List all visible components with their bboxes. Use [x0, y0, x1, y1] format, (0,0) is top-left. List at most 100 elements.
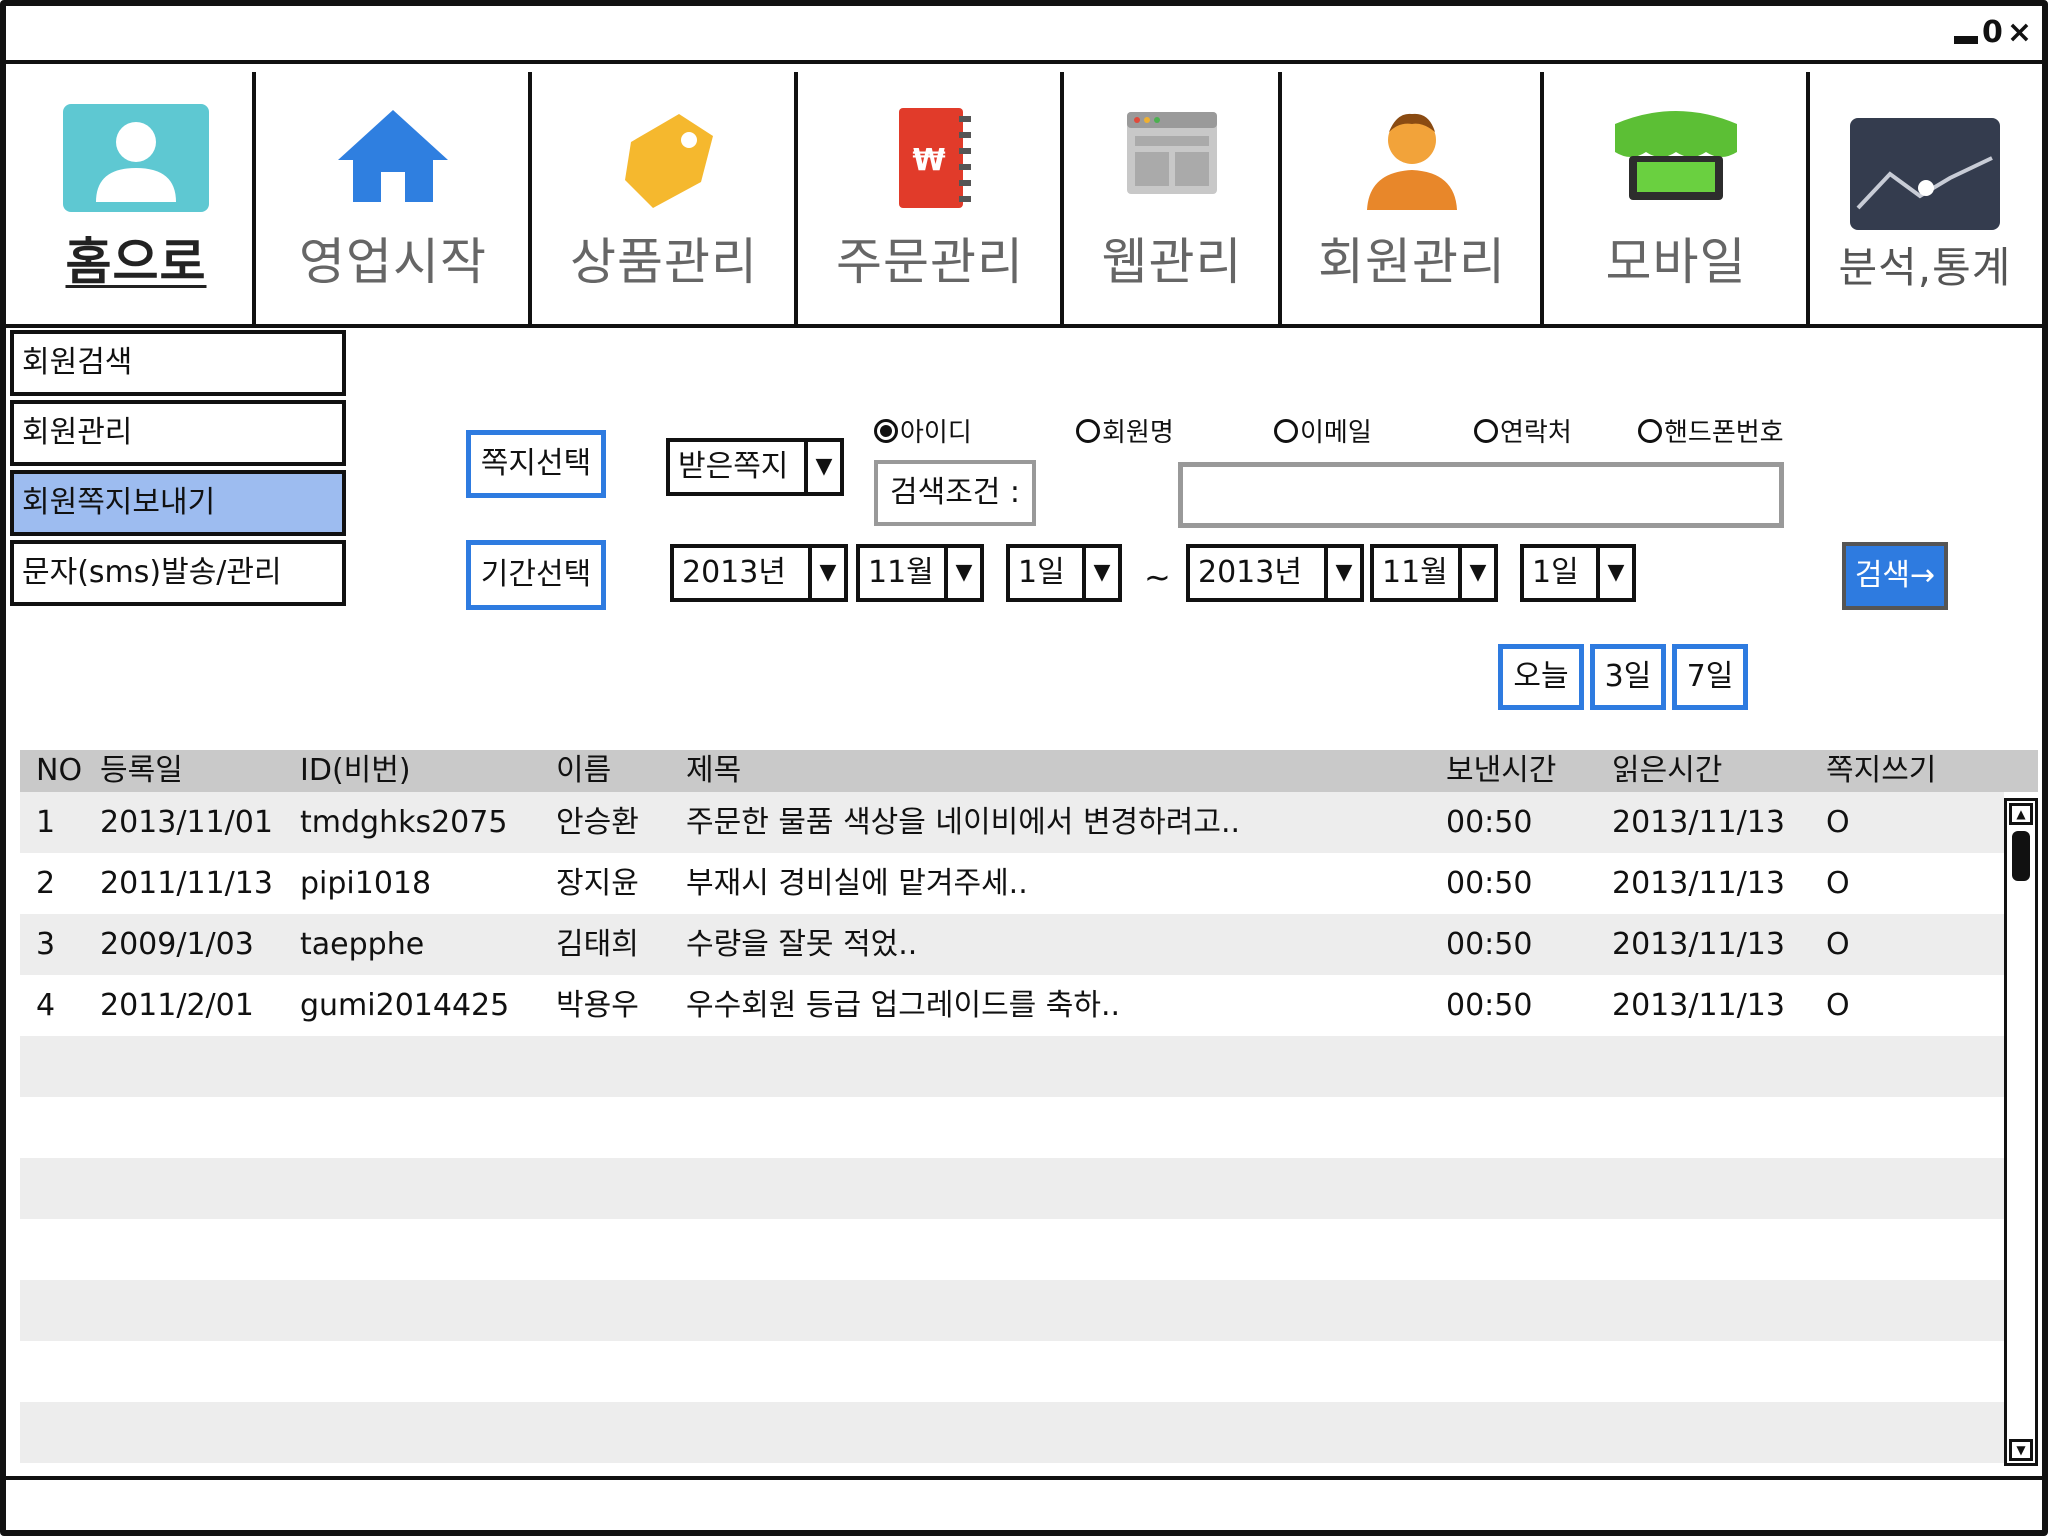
row-registered: 2011/11/13: [100, 866, 273, 901]
chevron-down-icon: ▼: [808, 548, 844, 598]
from-year-value: 2013년: [682, 555, 786, 590]
to-month-select[interactable]: 11월 ▼: [1370, 544, 1498, 602]
window-controls: 0 ×: [1953, 18, 2032, 48]
table-row[interactable]: 4 2011/2/01 gumi2014425 박용우 우수회원 등급 업그레이드를 축…: [20, 975, 2004, 1036]
radio-email[interactable]: 이메일: [1274, 412, 1372, 449]
row-id: pipi1018: [300, 866, 432, 901]
menu-label: 웹관리: [1101, 233, 1243, 291]
radio-mobile-number[interactable]: 핸드폰번호: [1638, 412, 1784, 449]
close-button[interactable]: ×: [2007, 18, 2032, 48]
from-month-select[interactable]: 11월 ▼: [856, 544, 984, 602]
chevron-down-icon: ▼: [944, 548, 980, 598]
row-read-time: 2013/11/13: [1612, 988, 1785, 1023]
from-day-value: 1일: [1018, 555, 1065, 590]
table-row[interactable]: 3 2009/1/03 taepphe 김태희 수량을 잘못 적었.. 00:50 2013…: [20, 914, 2004, 975]
tag-icon: [589, 102, 739, 214]
scroll-up-arrow-icon[interactable]: ▲: [2009, 803, 2033, 825]
message-select-button[interactable]: 쪽지선택: [466, 430, 606, 498]
svg-text:₩: ₩: [912, 143, 945, 178]
menu-orders[interactable]: ₩ 주문관리: [800, 68, 1060, 324]
menu-label: 상품관리: [570, 233, 758, 291]
menu-products[interactable]: 상품관리: [534, 68, 794, 324]
row-write-message[interactable]: O: [1826, 914, 1850, 975]
header-write-message: 쪽지쓰기: [1826, 753, 1937, 788]
row-registered: 2011/2/01: [100, 988, 254, 1023]
from-day-select[interactable]: 1일 ▼: [1006, 544, 1122, 602]
person-icon: [1337, 102, 1487, 214]
menu-sales-start[interactable]: 영업시작: [258, 68, 528, 324]
today-button[interactable]: 오늘: [1498, 644, 1584, 710]
radio-id[interactable]: 아이디: [874, 412, 972, 449]
menu-label: 회원관리: [1318, 233, 1506, 291]
radio-dot: [880, 424, 892, 437]
submenu-send-message[interactable]: 회원쪽지보내기: [10, 470, 346, 536]
menu-label: 분석,통계: [1838, 243, 2012, 292]
chevron-down-icon: ▼: [1596, 548, 1632, 598]
menu-mobile[interactable]: 모바일: [1546, 68, 1806, 324]
row-write-message[interactable]: O: [1826, 792, 1850, 853]
chevron-down-icon: ▼: [1324, 548, 1360, 598]
user-icon: [61, 102, 211, 214]
chevron-down-icon: ▼: [804, 442, 840, 492]
period-select-button[interactable]: 기간선택: [466, 540, 606, 610]
radio-member-name[interactable]: 회원명: [1076, 412, 1174, 449]
menu-label: 영업시작: [299, 233, 487, 291]
row-registered: 2013/11/01: [100, 805, 273, 840]
search-input[interactable]: [1178, 462, 1784, 528]
row-write-message[interactable]: O: [1826, 975, 1850, 1036]
three-days-button[interactable]: 3일: [1590, 644, 1666, 710]
to-year-value: 2013년: [1198, 555, 1302, 590]
menu-web[interactable]: 웹관리: [1066, 68, 1278, 324]
row-title: 우수회원 등급 업그레이드를 축하..: [686, 988, 1121, 1023]
row-sent-time: 00:50: [1446, 927, 1533, 962]
radio-contact[interactable]: 연락처: [1474, 412, 1572, 449]
row-read-time: 2013/11/13: [1612, 805, 1785, 840]
search-condition-label: 검색조건 :: [874, 460, 1036, 526]
row-read-time: 2013/11/13: [1612, 866, 1785, 901]
table-scrollbar[interactable]: ▲ ▼: [2004, 798, 2038, 1466]
header-name: 이름: [556, 753, 612, 788]
browser-window-icon: [1097, 102, 1247, 214]
message-type-select[interactable]: 받은쪽지 ▼: [666, 438, 844, 496]
menu-divider: [1278, 72, 1282, 324]
minimize-button[interactable]: [1953, 36, 1978, 44]
header-id: ID(비번): [300, 753, 411, 788]
to-year-select[interactable]: 2013년 ▼: [1186, 544, 1364, 602]
menu-divider: [528, 72, 532, 324]
app-window: 0 × 홈으로 영업시작 상품관리 ₩ 주문관리 웹관리 회원관리 모바일 분석…: [0, 0, 2048, 1536]
scroll-thumb[interactable]: [2012, 831, 2030, 881]
header-no: NO: [36, 753, 83, 788]
table-body: 1 2013/11/01 tmdghks2075 안승환 주문한 물품 색상을 네이비에…: [20, 792, 2004, 1463]
empty-table-row: [20, 1402, 2004, 1463]
chevron-down-icon: ▼: [1458, 548, 1494, 598]
sub-menu: 회원검색 회원관리 회원쪽지보내기 문자(sms)발송/관리: [10, 330, 346, 610]
top-menu: 홈으로 영업시작 상품관리 ₩ 주문관리 웹관리 회원관리 모바일 분석,통계: [6, 68, 2042, 328]
maximize-button[interactable]: 0: [1982, 18, 2003, 48]
search-button[interactable]: 검색→: [1842, 542, 1948, 610]
scroll-down-arrow-icon[interactable]: ▼: [2009, 1439, 2033, 1461]
store-icon: [1601, 102, 1751, 214]
menu-home[interactable]: 홈으로: [26, 68, 246, 324]
submenu-sms[interactable]: 문자(sms)발송/관리: [10, 540, 346, 606]
row-no: 4: [36, 988, 56, 1023]
table-row[interactable]: 2 2011/11/13 pipi1018 장지윤 부재시 경비실에 맡겨주세.. 00:…: [20, 853, 2004, 914]
radio-label: 이메일: [1300, 418, 1372, 448]
message-table: NO 등록일 ID(비번) 이름 제목 보낸시간 읽은시간 쪽지쓰기 1 2013…: [20, 750, 2038, 1470]
submenu-member-manage[interactable]: 회원관리: [10, 400, 346, 466]
radio-label: 아이디: [900, 418, 972, 448]
from-year-select[interactable]: 2013년 ▼: [670, 544, 848, 602]
menu-members[interactable]: 회원관리: [1284, 68, 1540, 324]
seven-days-button[interactable]: 7일: [1672, 644, 1748, 710]
submenu-member-search[interactable]: 회원검색: [10, 330, 346, 396]
row-sent-time: 00:50: [1446, 805, 1533, 840]
row-sent-time: 00:50: [1446, 988, 1533, 1023]
message-type-value: 받은쪽지: [678, 449, 789, 484]
radio-label: 회원명: [1102, 418, 1174, 448]
table-row[interactable]: 1 2013/11/01 tmdghks2075 안승환 주문한 물품 색상을 네이비에…: [20, 792, 2004, 853]
row-write-message[interactable]: O: [1826, 853, 1850, 914]
menu-analytics[interactable]: 분석,통계: [1812, 68, 2038, 324]
to-day-select[interactable]: 1일 ▼: [1520, 544, 1636, 602]
row-read-time: 2013/11/13: [1612, 927, 1785, 962]
header-registered: 등록일: [100, 753, 183, 788]
table-header: NO 등록일 ID(비번) 이름 제목 보낸시간 읽은시간 쪽지쓰기: [20, 750, 2038, 792]
